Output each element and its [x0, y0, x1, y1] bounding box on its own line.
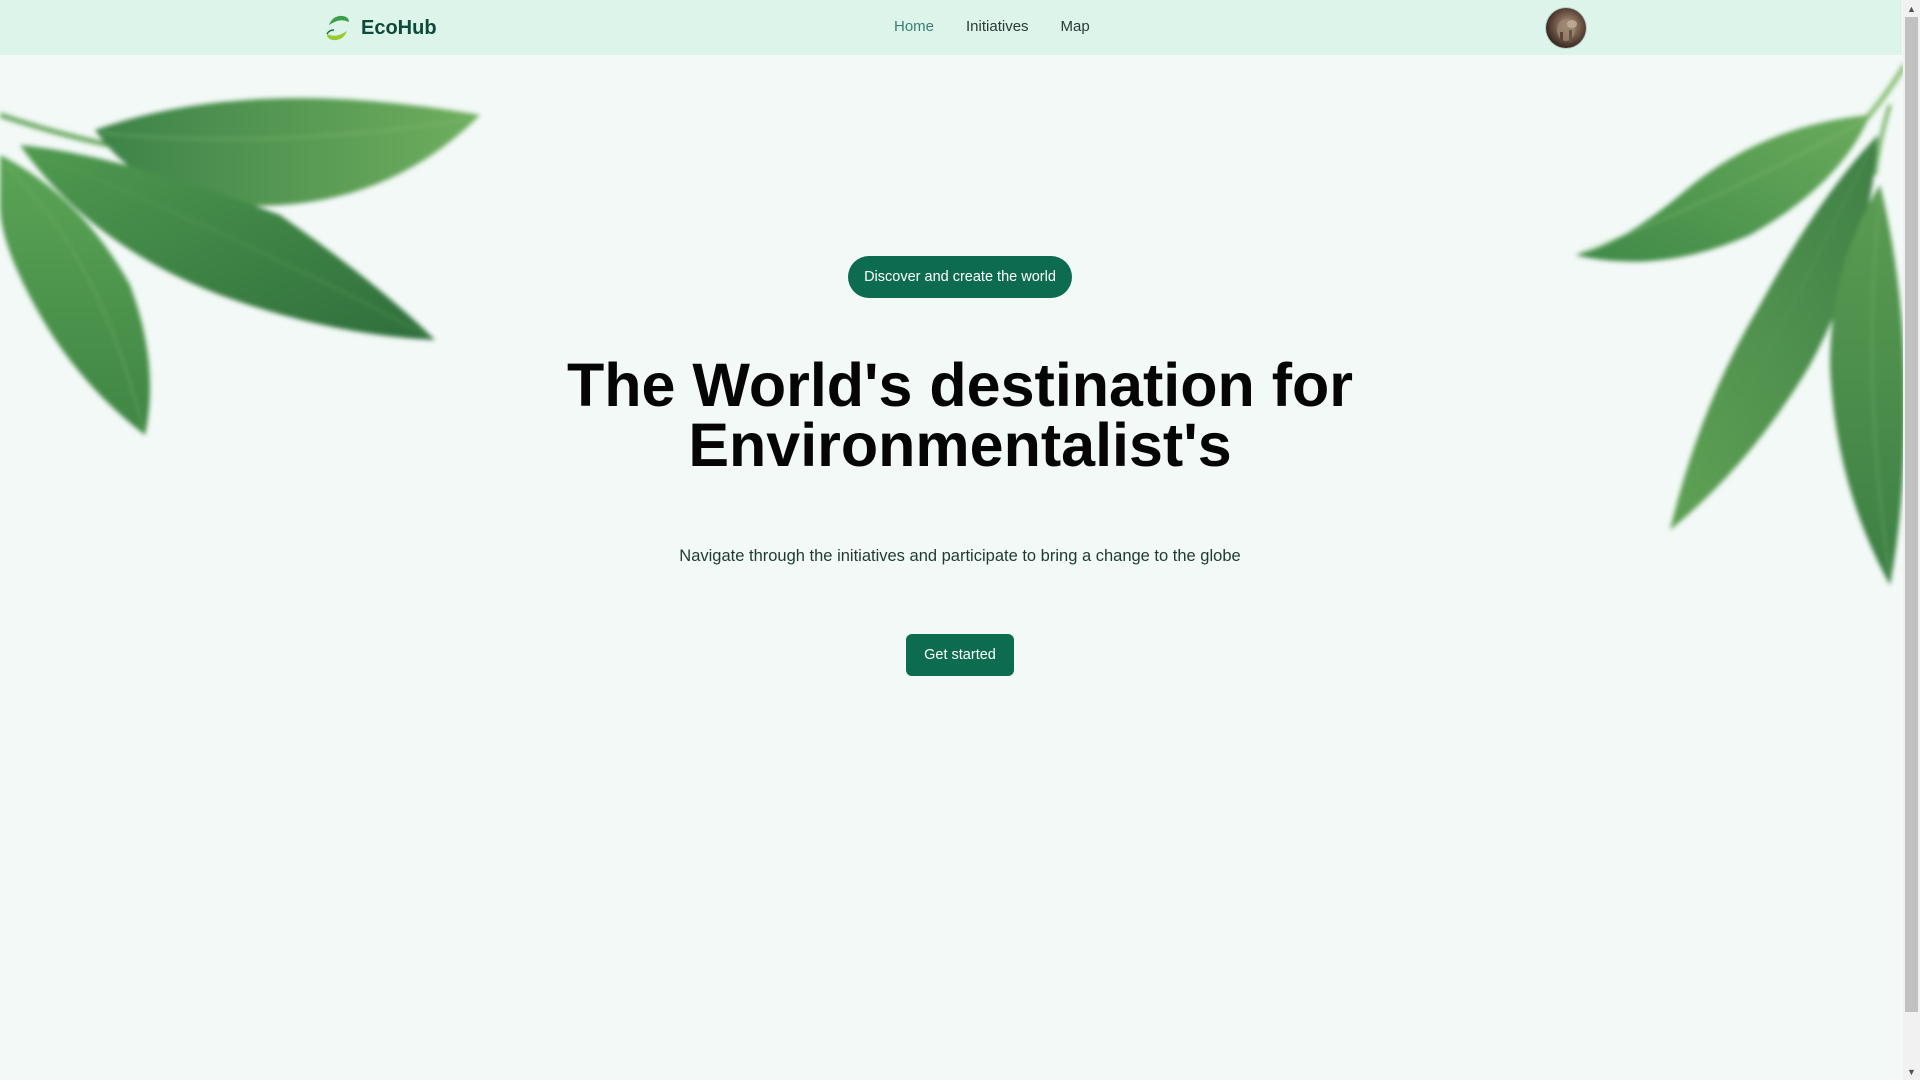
nav-item-initiatives[interactable]: Initiatives [966, 18, 1029, 35]
leaf-swirl-icon [326, 15, 349, 41]
hero-section: Discover and create the world The World'… [0, 0, 1902, 1080]
nav-item-home[interactable]: Home [894, 18, 934, 35]
scroll-up-icon[interactable]: ▲ [1903, 0, 1920, 17]
scrollbar-thumb[interactable] [1905, 17, 1918, 1012]
brand-link[interactable]: EcoHub [325, 13, 437, 43]
nav-item-map[interactable]: Map [1061, 18, 1090, 35]
user-avatar-icon[interactable] [1546, 8, 1586, 48]
discover-badge-button[interactable]: Discover and create the world [848, 256, 1072, 298]
headline-line-1: The World's destination for [566, 351, 1354, 419]
headline-line-2: Environmentalist's [688, 411, 1232, 479]
hero-subtitle: Navigate through the initiatives and par… [679, 547, 1241, 565]
navbar: EcoHub Home Initiatives Map [0, 0, 1902, 55]
avatar-image [1557, 19, 1577, 42]
brand-name: EcoHub [361, 16, 437, 39]
scroll-down-icon[interactable]: ▼ [1903, 1063, 1920, 1080]
page: EcoHub Home Initiatives Map Discover and… [0, 0, 1920, 1080]
get-started-button[interactable]: Get started [906, 634, 1014, 676]
hero-headline: The World's destination for Environmenta… [460, 355, 1460, 476]
vertical-scrollbar[interactable]: ▲ ▼ [1903, 0, 1920, 1080]
main-nav: Home Initiatives Map [894, 18, 1090, 35]
